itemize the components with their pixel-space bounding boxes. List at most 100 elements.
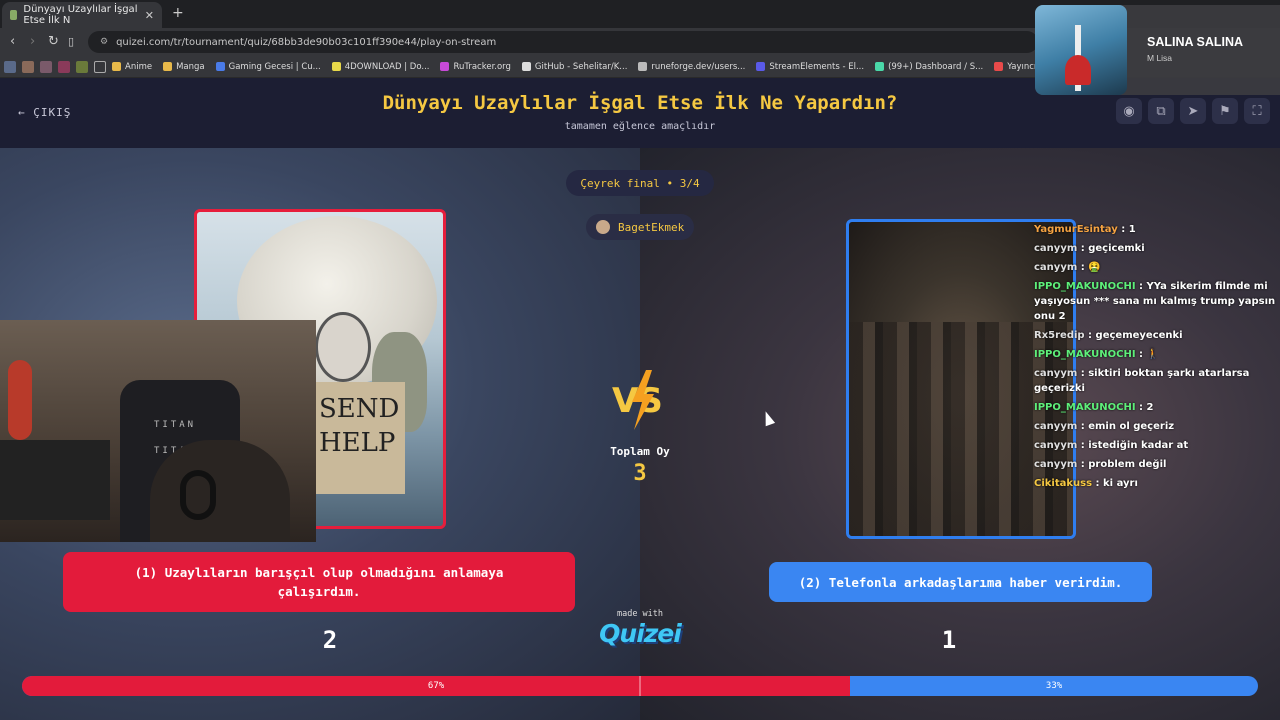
avatar	[596, 220, 610, 234]
chat-message: canyym : siktiri boktan şarkı atarlarsa …	[1034, 366, 1280, 396]
bookmark-folder-icon	[163, 62, 173, 71]
bookmark-app-icon[interactable]	[76, 60, 88, 73]
chat-username[interactable]: IPPO_MAKUNOCHI	[1034, 402, 1136, 413]
option-1-progress: 67%	[22, 676, 851, 696]
vs-icon: VS	[612, 370, 663, 430]
chat-separator: :	[1092, 478, 1104, 489]
chat-separator: :	[1077, 440, 1089, 451]
reload-icon[interactable]: ↻	[48, 34, 59, 49]
back-icon[interactable]: ‹	[10, 34, 15, 49]
chat-separator: :	[1135, 349, 1147, 360]
chat-username[interactable]: canyym	[1034, 368, 1077, 379]
page-subtitle: tamamen eğlence amaçlıdır	[564, 121, 716, 132]
chat-username[interactable]: Cikitakuss	[1034, 478, 1092, 489]
address-text: quizei.com/tr/tournament/quiz/68bb3de90b…	[116, 36, 497, 48]
flag-icon[interactable]: ⚑	[1212, 98, 1238, 124]
bookmark-folder-icon	[112, 62, 121, 71]
bookmark-folder-icon	[215, 62, 225, 71]
bookmark-app-icon[interactable]	[40, 60, 52, 73]
bookmark-label: Manga	[176, 61, 205, 72]
bookmark-item[interactable]: StreamElements - El...	[756, 62, 864, 72]
chat-username[interactable]: canyym	[1034, 440, 1077, 451]
chat-message: canyym : problem değil	[1034, 457, 1280, 472]
bookmark-folder-icon	[638, 62, 648, 71]
vote-progress-bar: 67% 33%	[22, 676, 1258, 696]
chat-username[interactable]: YagmurEsintay	[1034, 224, 1118, 235]
address-input[interactable]: ⚙ quizei.com/tr/tournament/quiz/68bb3de9…	[88, 31, 1038, 53]
chat-text: problem değil	[1088, 459, 1167, 470]
option-1-button[interactable]: (1) Uzaylıların barışçıl olup olmadığını…	[63, 552, 575, 612]
bookmark-label: (99+) Dashboard / S...	[888, 61, 984, 72]
astronaut-image	[315, 312, 371, 382]
chat-message: IPPO_MAKUNOCHI : 🚶	[1034, 347, 1280, 362]
tab-close-icon[interactable]: ✕	[145, 9, 154, 22]
total-votes-label: Toplam Oy	[610, 445, 670, 458]
chat-message: Cikitakuss : ki ayrı	[1034, 476, 1280, 491]
streamer-webcam: TITAN TITAN	[0, 320, 316, 542]
headset-icon	[180, 470, 216, 520]
forward-icon[interactable]: ›	[30, 34, 35, 49]
total-votes-value: 3	[633, 461, 647, 486]
bookmark-item[interactable]: Gaming Gecesi | Cu...	[215, 62, 321, 72]
bookmark-item[interactable]: runeforge.dev/users...	[638, 62, 745, 72]
send-help-sign: SEND HELP	[315, 382, 405, 494]
bookmark-item[interactable]: Manga	[163, 62, 205, 72]
chat-separator: :	[1077, 368, 1089, 379]
bookmark-folder-icon	[331, 62, 341, 71]
new-tab-button[interactable]: +	[172, 5, 184, 21]
bookmark-app-icon[interactable]	[58, 60, 70, 73]
now-playing-overlay: SALINA SALINA M Lisa	[1035, 5, 1280, 95]
bookmark-app-icon[interactable]	[4, 60, 16, 73]
chat-message: canyym : geçicemki	[1034, 241, 1280, 256]
chat-separator: :	[1117, 224, 1129, 235]
chat-text: 🚶	[1146, 349, 1159, 360]
send-icon[interactable]: ➤	[1180, 98, 1206, 124]
chat-separator: :	[1077, 421, 1089, 432]
streamer	[150, 440, 290, 542]
site-info-icon[interactable]: ⚙	[100, 37, 108, 47]
bookmark-folder-icon	[994, 62, 1004, 71]
bookmark-icon[interactable]: ▯	[68, 35, 74, 48]
eye-icon[interactable]: ◉	[1116, 98, 1142, 124]
chat-username[interactable]: canyym	[1034, 262, 1077, 273]
username: BagetEkmek	[618, 220, 685, 234]
chat-text: 🤮	[1088, 262, 1101, 273]
chat-username[interactable]: IPPO_MAKUNOCHI	[1034, 349, 1136, 360]
chat-text: 1	[1128, 224, 1136, 235]
bookmark-label: 4DOWNLOAD | Do...	[344, 61, 430, 72]
tab-title: Dünyayı Uzaylılar İşgal Etse İlk N	[23, 4, 138, 26]
chat-text: geçemeyecenki	[1095, 330, 1183, 341]
chat-message: IPPO_MAKUNOCHI : 2	[1034, 400, 1280, 415]
bookmark-item[interactable]: RuTracker.org	[440, 62, 511, 72]
bookmark-label: StreamElements - El...	[769, 61, 865, 72]
chat-username[interactable]: canyym	[1034, 459, 1077, 470]
chat-message: Rx5redip : geçemeyecenki	[1034, 328, 1280, 343]
chat-separator: :	[1084, 330, 1096, 341]
browser-tab[interactable]: Dünyayı Uzaylılar İşgal Etse İlk N ✕	[2, 2, 162, 28]
option-2-button[interactable]: (2) Telefonla arkadaşlarıma haber verird…	[769, 562, 1152, 602]
bookmark-app-icon[interactable]	[22, 60, 34, 73]
chat-message: canyym : 🤮	[1034, 260, 1280, 275]
copy-icon[interactable]: ⧉	[1148, 98, 1174, 124]
bookmark-item[interactable]: 4DOWNLOAD | Do...	[331, 61, 430, 72]
chat-username[interactable]: canyym	[1034, 243, 1077, 254]
chat-text: emin ol geçeriz	[1088, 421, 1175, 432]
fullscreen-icon[interactable]: ⛶	[1244, 98, 1270, 124]
bookmark-item[interactable]: GitHub - Sehelitar/K...	[521, 61, 628, 72]
chat-text: geçicemki	[1088, 243, 1145, 254]
option-1-vote-count: 2	[322, 626, 338, 654]
chat-username[interactable]: Rx5redip	[1034, 330, 1085, 341]
chat-message: IPPO_MAKUNOCHI : YYa sikerim filmde mi y…	[1034, 279, 1280, 324]
quizei-logo[interactable]: Quizei	[580, 619, 700, 648]
bookmark-folder-icon	[756, 62, 766, 71]
bookmark-item[interactable]: Anime	[112, 62, 152, 72]
stage-badge: Çeyrek final • 3/4	[566, 170, 714, 196]
apps-grid-icon[interactable]	[94, 60, 106, 73]
chat-username[interactable]: canyym	[1034, 421, 1077, 432]
chat-username[interactable]: IPPO_MAKUNOCHI	[1034, 281, 1136, 292]
bookmark-label: GitHub - Sehelitar/K...	[534, 61, 628, 72]
bookmark-item[interactable]: (99+) Dashboard / S...	[875, 62, 983, 72]
bookmark-folder-icon	[521, 62, 531, 71]
desk-image	[0, 440, 110, 520]
chat-message: canyym : istediğin kadar at	[1034, 438, 1280, 453]
